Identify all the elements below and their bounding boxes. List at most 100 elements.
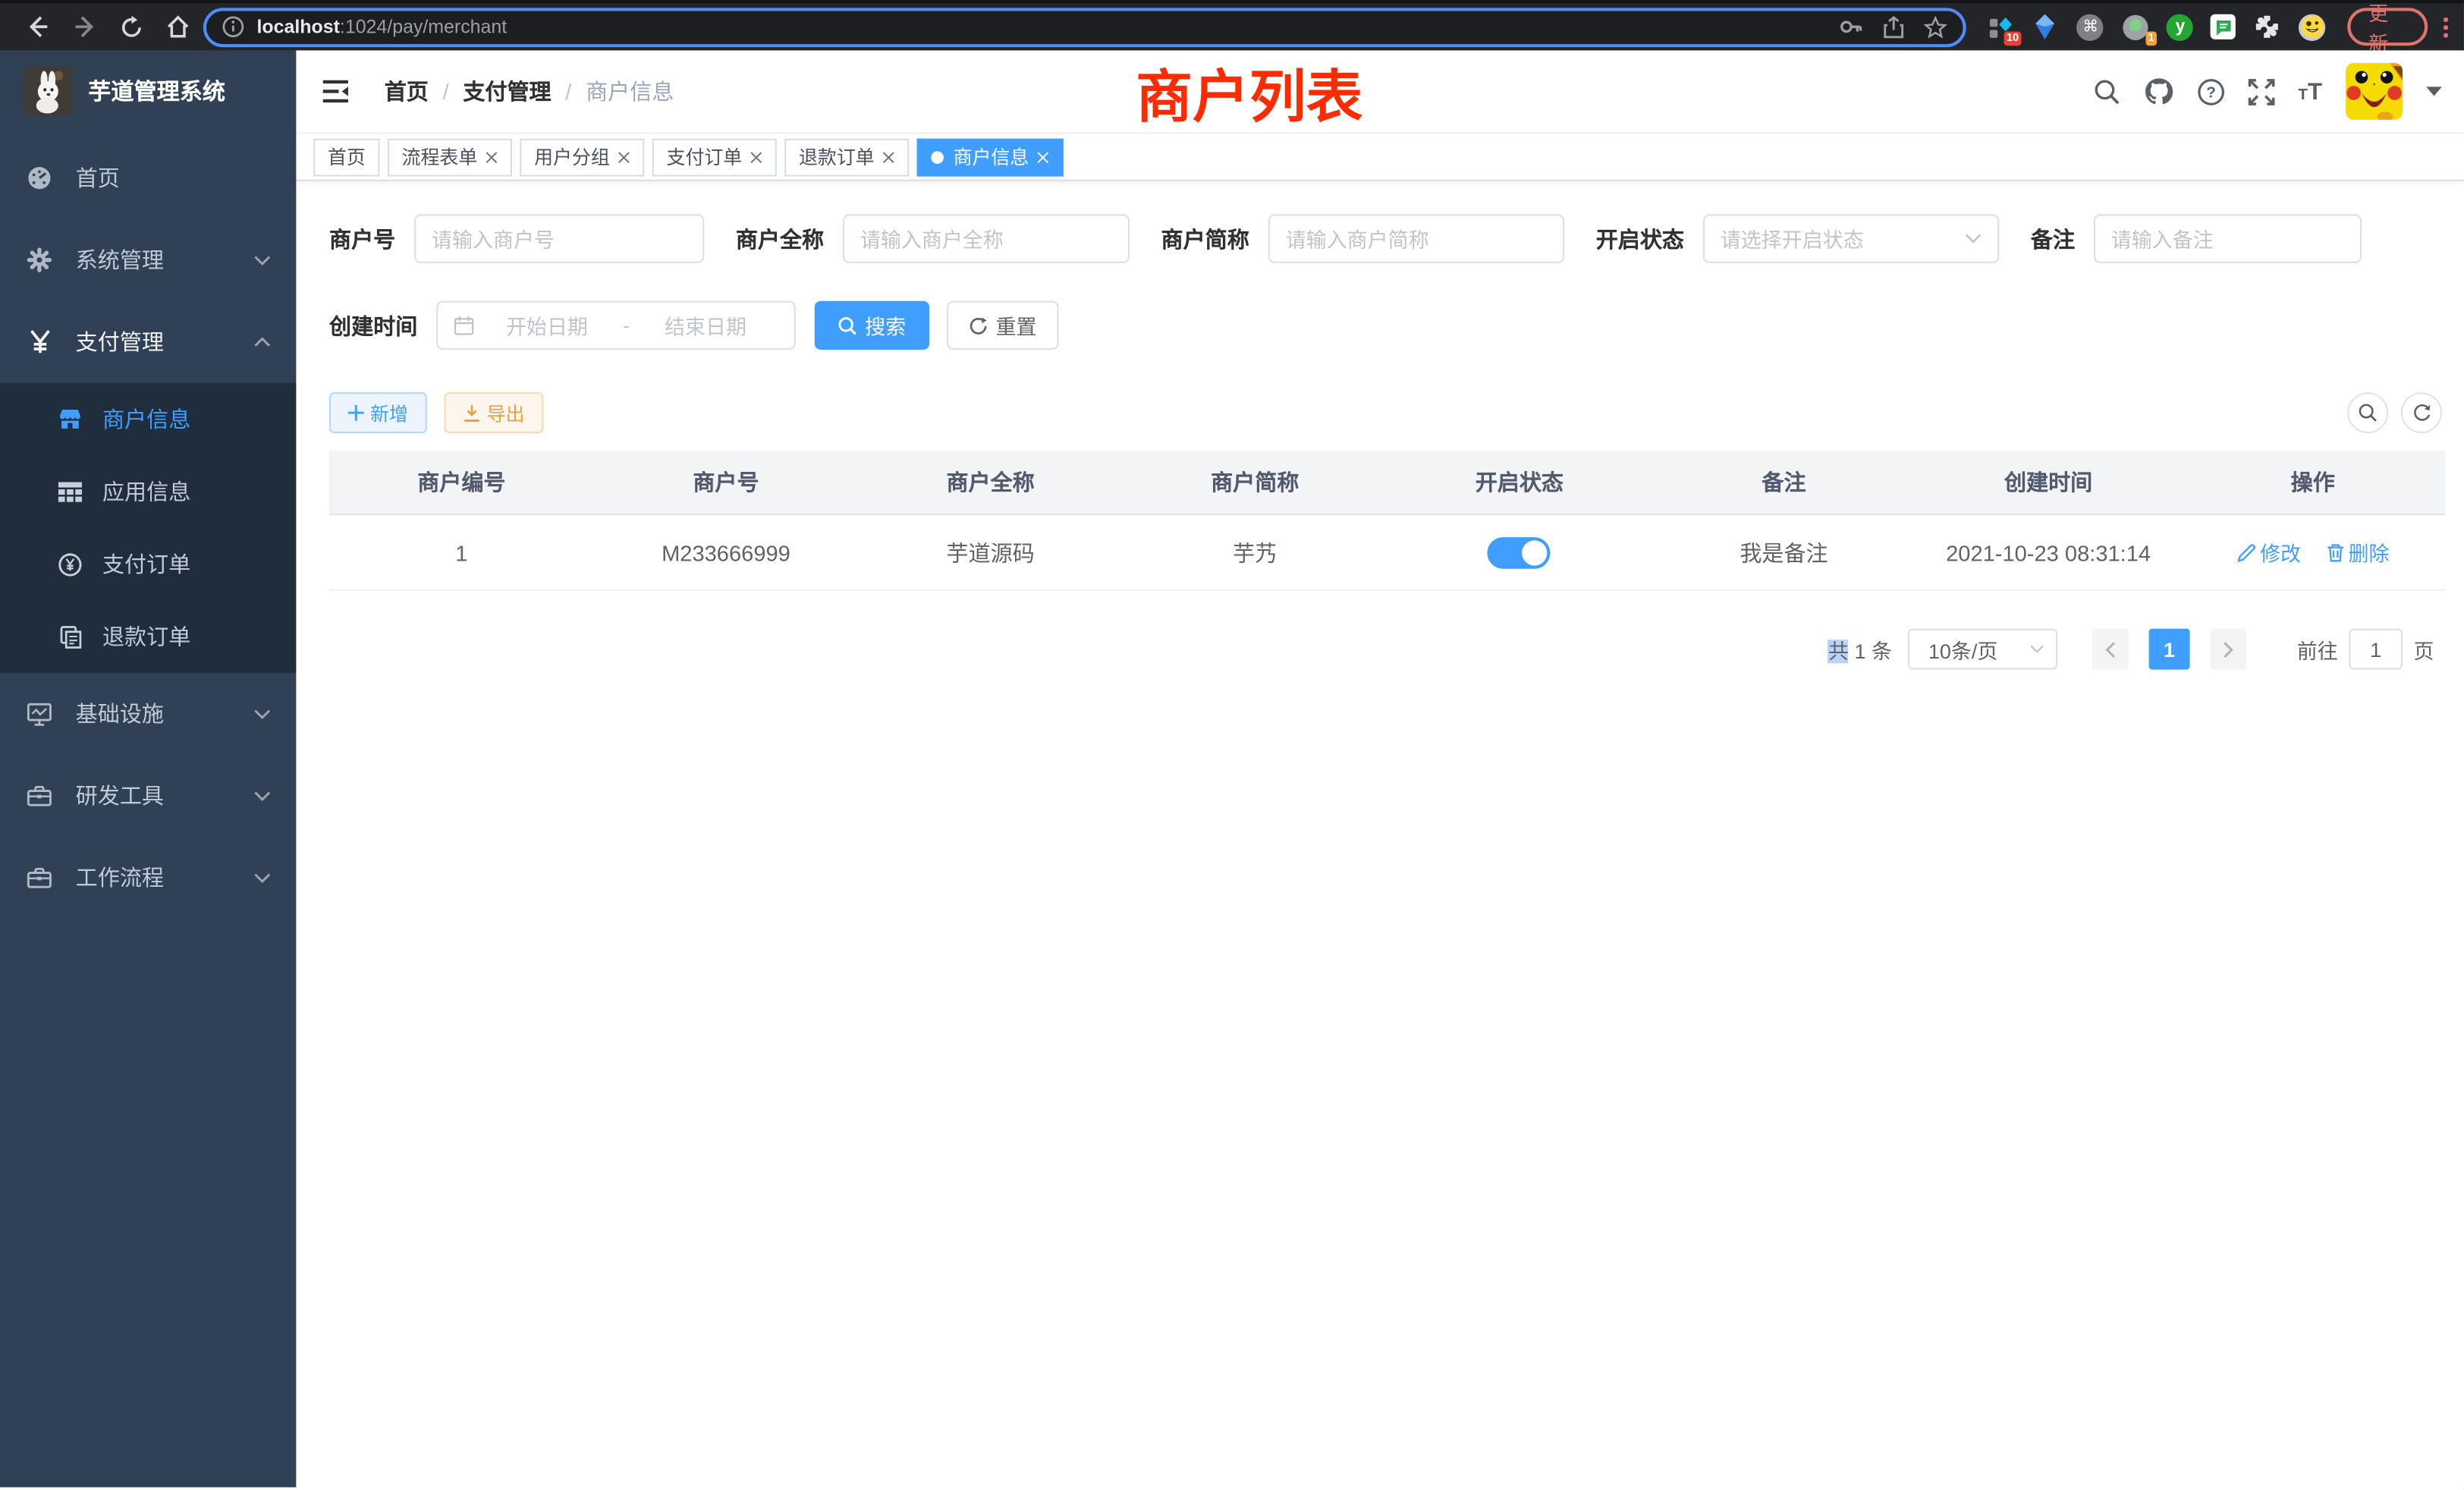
help-icon[interactable]: ?: [2197, 78, 2224, 105]
download-icon: [464, 404, 481, 422]
avatar-caret-icon[interactable]: [2426, 86, 2442, 96]
tab-home[interactable]: 首页: [313, 138, 379, 176]
close-icon[interactable]: [750, 150, 763, 163]
search-button[interactable]: 搜索: [815, 301, 930, 350]
reload-icon[interactable]: [120, 15, 143, 39]
breadcrumb-home[interactable]: 首页: [385, 76, 429, 108]
share-icon[interactable]: [1884, 15, 1906, 39]
header-search-icon[interactable]: [2093, 78, 2120, 105]
prev-page-button[interactable]: [2092, 629, 2129, 670]
reset-button[interactable]: 重置: [947, 301, 1058, 350]
chevron-left-icon: [2104, 640, 2116, 658]
emoji-extension-icon[interactable]: [2299, 14, 2326, 40]
tiles-extension-icon[interactable]: 10: [1986, 13, 2014, 41]
merchant-no-input[interactable]: 请输入商户号: [414, 214, 704, 262]
delete-link[interactable]: 删除: [2326, 537, 2389, 567]
end-date-placeholder: 结束日期: [633, 310, 778, 340]
sidebar-item-pay-order[interactable]: 支付订单: [0, 528, 296, 601]
tab-refund-order[interactable]: 退款订单: [784, 138, 909, 176]
page-size-select[interactable]: 10条/页: [1908, 629, 2057, 670]
puzzle-extension-icon[interactable]: [2254, 13, 2282, 41]
chevron-down-icon: [253, 872, 271, 883]
remark-input[interactable]: 请输入备注: [2094, 214, 2362, 262]
sidebar-collapse-icon[interactable]: [320, 79, 363, 104]
sidebar-item-dev-tools[interactable]: 研发工具: [0, 755, 296, 837]
pagination: 共 1 条 10条/页 1 前往 1 页: [329, 629, 2445, 670]
sidebar-item-payment[interactable]: 支付管理: [0, 301, 296, 383]
refresh-table-button[interactable]: [2401, 392, 2442, 433]
col-status: 开启状态: [1388, 467, 1652, 498]
cell-create-time: 2021-10-23 08:31:14: [1916, 539, 2181, 564]
trash-icon: [2326, 542, 2343, 561]
tab-pay-order[interactable]: 支付订单: [652, 138, 777, 176]
cell-remark: 我是备注: [1652, 536, 1916, 568]
refresh-icon: [969, 316, 988, 335]
sidebar-menu: 首页 系统管理 支付管理 商户信息: [0, 137, 296, 919]
status-toggle[interactable]: [1488, 536, 1551, 568]
tab-merchant-info[interactable]: 商户信息: [917, 138, 1064, 176]
chevron-down-icon: [253, 708, 271, 719]
page-info-icon[interactable]: [222, 16, 244, 38]
recorder-extension-icon[interactable]: 1: [2121, 13, 2149, 41]
status-select[interactable]: 请选择开启状态: [1703, 214, 1999, 262]
col-merchant-no: 商户号: [594, 467, 859, 498]
table-grid-icon: [58, 481, 82, 501]
add-button[interactable]: 新增: [329, 392, 427, 433]
sidebar-logo[interactable]: 芋道管理系统: [0, 50, 296, 129]
chevron-down-icon: [253, 790, 271, 801]
chevron-down-icon: [253, 254, 271, 266]
shop-icon: [58, 408, 82, 430]
forward-icon[interactable]: [73, 14, 98, 39]
toolbox-icon: [27, 866, 52, 888]
col-create-time: 创建时间: [1916, 467, 2181, 498]
full-name-input[interactable]: 请输入商户全称: [843, 214, 1130, 262]
export-button[interactable]: 导出: [445, 392, 544, 433]
sidebar-item-refund-order[interactable]: 退款订单: [0, 600, 296, 673]
page-number-1[interactable]: 1: [2149, 629, 2190, 670]
edit-link[interactable]: 修改: [2236, 537, 2301, 567]
goto-page-input[interactable]: 1: [2349, 629, 2403, 670]
chat-extension-icon[interactable]: [2211, 14, 2236, 39]
back-icon[interactable]: [25, 14, 50, 39]
short-name-input[interactable]: 请输入商户简称: [1268, 214, 1564, 262]
col-full-name: 商户全称: [858, 467, 1123, 498]
bookmark-star-icon[interactable]: [1925, 15, 1948, 39]
sidebar-item-infrastructure[interactable]: 基础设施: [0, 673, 296, 755]
search-icon: [2359, 404, 2378, 423]
browser-menu-icon[interactable]: [2444, 17, 2448, 37]
page-content: 商户号 请输入商户号 商户全称 请输入商户全称 商户简称 请输入商户简称 开启状…: [296, 181, 2464, 1488]
breadcrumb: 首页 / 支付管理 / 商户信息: [385, 76, 674, 108]
browser-nav-buttons: [9, 14, 203, 39]
command-extension-icon[interactable]: ⌘: [2077, 14, 2104, 40]
fullscreen-icon[interactable]: [2248, 78, 2274, 105]
close-icon[interactable]: [1037, 150, 1050, 163]
table-row: 1 M233666999 芋道源码 芋艿 我是备注 2021-10-23 08:…: [329, 515, 2445, 591]
user-avatar[interactable]: [2346, 63, 2403, 120]
sidebar-item-merchant-info[interactable]: 商户信息: [0, 383, 296, 456]
password-key-icon[interactable]: [1839, 14, 1864, 39]
github-icon[interactable]: [2144, 77, 2173, 105]
url-bar[interactable]: localhost:1024/pay/merchant: [203, 7, 1967, 46]
sidebar-item-system[interactable]: 系统管理: [0, 219, 296, 301]
col-actions: 操作: [2180, 467, 2445, 498]
browser-update-button[interactable]: 更新: [2348, 8, 2428, 46]
sidebar-item-label: 支付订单: [102, 549, 190, 580]
close-icon[interactable]: [618, 150, 630, 163]
sidebar-item-workflow[interactable]: 工作流程: [0, 837, 296, 919]
cell-merchant-no: M233666999: [594, 539, 859, 564]
sidebar-item-home[interactable]: 首页: [0, 137, 296, 219]
close-icon[interactable]: [882, 150, 895, 163]
breadcrumb-section[interactable]: 支付管理: [463, 76, 551, 108]
font-size-icon[interactable]: TT: [2298, 78, 2322, 105]
next-page-button[interactable]: [2211, 629, 2247, 670]
y-extension-icon[interactable]: y: [2167, 14, 2193, 40]
tab-user-group[interactable]: 用户分组: [520, 138, 644, 176]
toggle-search-button[interactable]: [2347, 392, 2388, 433]
sidebar-item-app-info[interactable]: 应用信息: [0, 455, 296, 528]
home-icon[interactable]: [165, 14, 190, 39]
balloon-extension-icon[interactable]: [2032, 13, 2060, 41]
tab-process-form[interactable]: 流程表单: [388, 138, 512, 176]
close-icon[interactable]: [486, 150, 498, 163]
browser-toolbar: localhost:1024/pay/merchant 10 ⌘ 1 y 更: [0, 0, 2464, 50]
create-time-range-input[interactable]: 开始日期 - 结束日期: [436, 301, 795, 350]
